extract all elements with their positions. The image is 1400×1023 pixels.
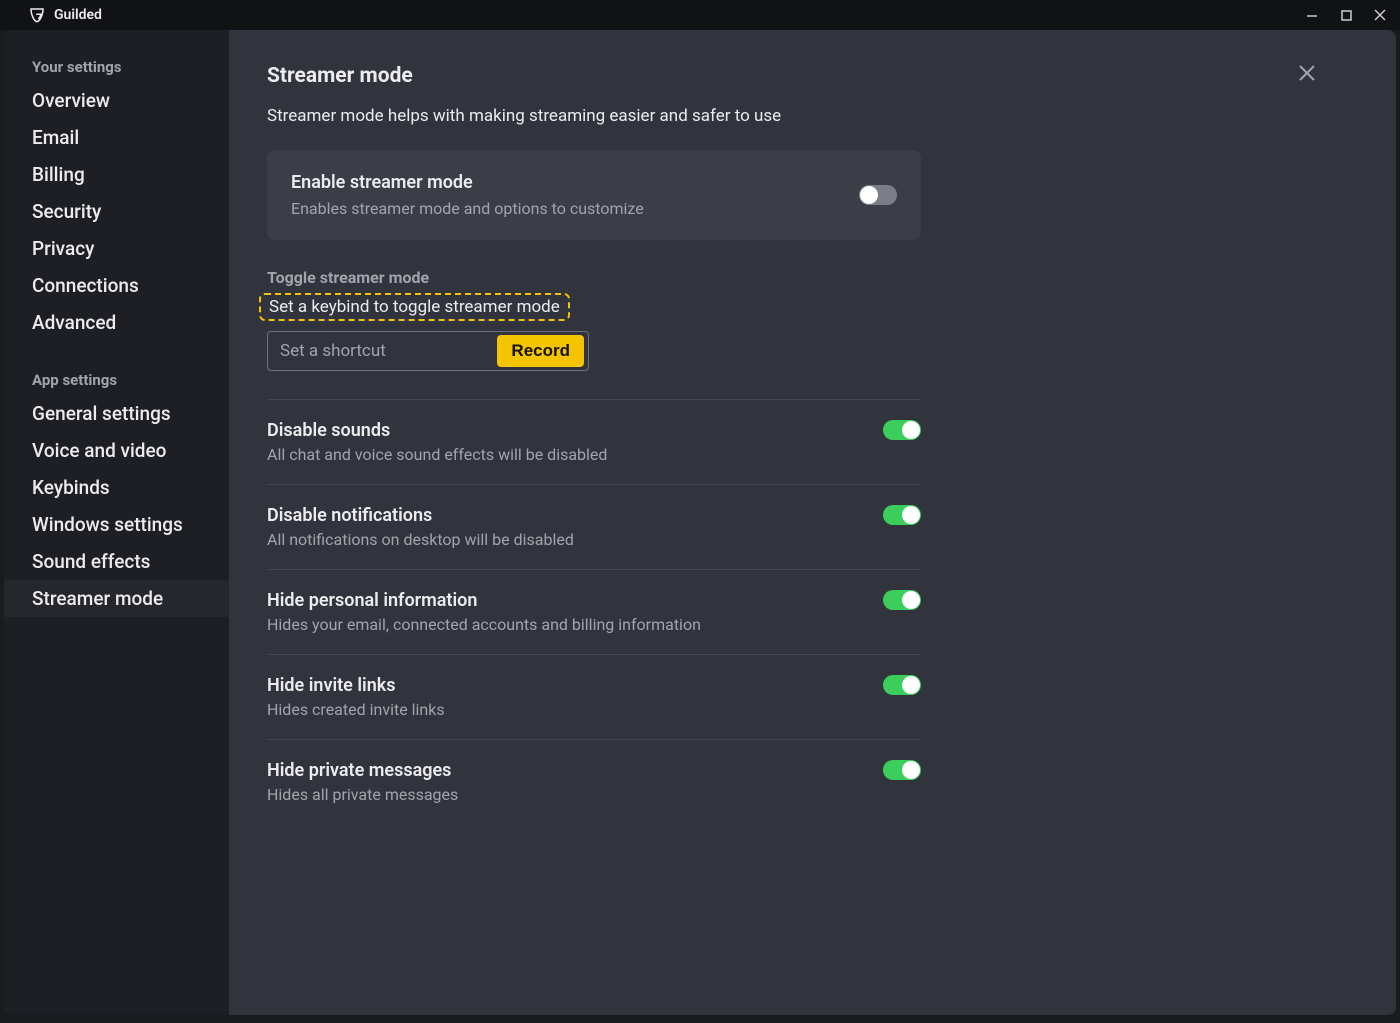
option-toggle-hide-personal-information[interactable]	[883, 590, 921, 610]
option-title: Hide personal information	[267, 590, 701, 611]
sidebar-item-advanced[interactable]: Advanced	[4, 304, 229, 341]
toggle-streamer-mode-heading: Toggle streamer mode	[267, 268, 921, 287]
option-toggle-disable-sounds[interactable]	[883, 420, 921, 440]
sidebar-item-sound-effects[interactable]: Sound effects	[4, 543, 229, 580]
option-toggle-hide-private-messages[interactable]	[883, 760, 921, 780]
keybind-input-container: Set a shortcut Record	[267, 331, 589, 371]
option-toggle-disable-notifications[interactable]	[883, 505, 921, 525]
close-window-button[interactable]	[1372, 7, 1388, 23]
enable-streamer-mode-card: Enable streamer mode Enables streamer mo…	[267, 150, 921, 240]
minimize-button[interactable]	[1304, 7, 1320, 23]
option-title: Hide invite links	[267, 675, 445, 696]
sidebar-item-windows-settings[interactable]: Windows settings	[4, 506, 229, 543]
titlebar: Guilded	[0, 0, 1400, 30]
page-title: Streamer mode	[267, 64, 1396, 88]
option-subtitle: Hides created invite links	[267, 700, 445, 719]
option-row-hide-personal-information: Hide personal information Hides your emai…	[267, 569, 921, 654]
sidebar: Your settings OverviewEmailBillingSecuri…	[4, 30, 229, 1015]
sidebar-item-streamer-mode[interactable]: Streamer mode	[4, 580, 229, 617]
page-subtitle: Streamer mode helps with making streamin…	[267, 106, 1396, 126]
guilded-icon	[28, 6, 46, 24]
option-row-disable-notifications: Disable notifications All notifications o…	[267, 484, 921, 569]
option-row-hide-private-messages: Hide private messages Hides all private m…	[267, 739, 921, 824]
content-pane: Streamer mode Streamer mode helps with m…	[229, 30, 1396, 1015]
sidebar-item-general-settings[interactable]: General settings	[4, 395, 229, 432]
app-shell: Your settings OverviewEmailBillingSecuri…	[4, 30, 1396, 1015]
sidebar-item-overview[interactable]: Overview	[4, 82, 229, 119]
sidebar-item-email[interactable]: Email	[4, 119, 229, 156]
sidebar-item-security[interactable]: Security	[4, 193, 229, 230]
maximize-button[interactable]	[1338, 7, 1354, 23]
sidebar-item-billing[interactable]: Billing	[4, 156, 229, 193]
sidebar-group-your-settings: Your settings	[4, 48, 229, 82]
option-subtitle: All notifications on desktop will be dis…	[267, 530, 574, 549]
close-icon[interactable]	[1296, 62, 1318, 88]
sidebar-item-keybinds[interactable]: Keybinds	[4, 469, 229, 506]
window-controls	[1304, 7, 1388, 23]
sidebar-item-connections[interactable]: Connections	[4, 267, 229, 304]
sidebar-item-privacy[interactable]: Privacy	[4, 230, 229, 267]
option-title: Disable notifications	[267, 505, 574, 526]
brand: Guilded	[28, 6, 102, 24]
keybind-description-highlight: Set a keybind to toggle streamer mode	[259, 293, 570, 321]
option-subtitle: All chat and voice sound effects will be…	[267, 445, 607, 464]
option-title: Hide private messages	[267, 760, 458, 781]
option-subtitle: Hides your email, connected accounts and…	[267, 615, 701, 634]
record-button[interactable]: Record	[497, 335, 584, 367]
enable-streamer-mode-toggle[interactable]	[859, 185, 897, 205]
option-toggle-hide-invite-links[interactable]	[883, 675, 921, 695]
enable-streamer-mode-subtitle: Enables streamer mode and options to cus…	[291, 199, 644, 218]
keybind-input[interactable]: Set a shortcut	[280, 341, 497, 361]
enable-streamer-mode-title: Enable streamer mode	[291, 172, 644, 193]
option-row-disable-sounds: Disable sounds All chat and voice sound e…	[267, 399, 921, 484]
option-subtitle: Hides all private messages	[267, 785, 458, 804]
option-title: Disable sounds	[267, 420, 607, 441]
sidebar-item-voice-and-video[interactable]: Voice and video	[4, 432, 229, 469]
sidebar-group-app-settings: App settings	[4, 361, 229, 395]
option-row-hide-invite-links: Hide invite links Hides created invite li…	[267, 654, 921, 739]
brand-label: Guilded	[54, 7, 102, 23]
